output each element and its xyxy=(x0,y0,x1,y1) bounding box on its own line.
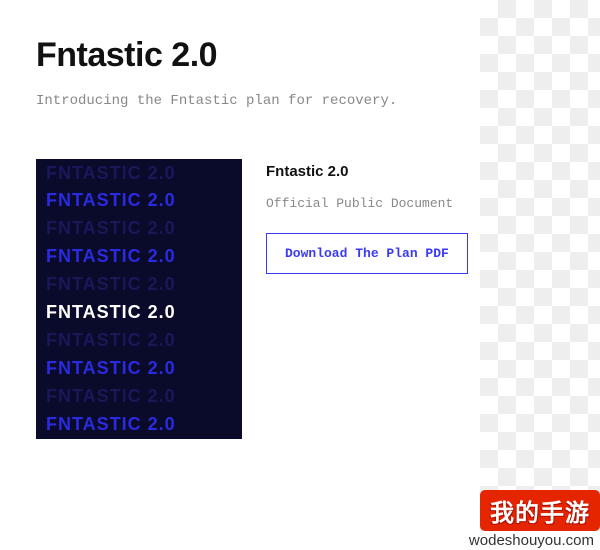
cover-line: FNTASTIC 2.0 xyxy=(46,215,242,243)
cover-line: FNTASTIC 2.0 xyxy=(46,243,242,271)
page-title: Fntastic 2.0 xyxy=(36,36,564,75)
cover-line: FNTASTIC 2.0 xyxy=(46,160,242,188)
document-info: Fntastic 2.0 Official Public Document Do… xyxy=(266,159,468,274)
watermark-url: wodeshouyou.com xyxy=(463,531,600,550)
cover-line: FNTASTIC 2.0 xyxy=(46,411,242,439)
download-button[interactable]: Download The Plan PDF xyxy=(266,233,468,274)
document-title: Fntastic 2.0 xyxy=(266,163,468,180)
cover-line: FNTASTIC 2.0 xyxy=(46,187,242,215)
cover-line: FNTASTIC 2.0 xyxy=(46,355,242,383)
content-area: Fntastic 2.0 Introducing the Fntastic pl… xyxy=(0,0,600,439)
document-row: FNTASTIC 2.0FNTASTIC 2.0FNTASTIC 2.0FNTA… xyxy=(36,159,564,439)
document-subtitle: Official Public Document xyxy=(266,196,468,211)
cover-line: FNTASTIC 2.0 xyxy=(46,383,242,411)
document-cover: FNTASTIC 2.0FNTASTIC 2.0FNTASTIC 2.0FNTA… xyxy=(36,159,242,439)
cover-line: FNTASTIC 2.0 xyxy=(46,271,242,299)
cover-line: FNTASTIC 2.0 xyxy=(46,327,242,355)
cover-line: FNTASTIC 2.0 xyxy=(46,299,242,327)
watermark-brand: 我的手游 xyxy=(480,490,600,531)
page-subtitle: Introducing the Fntastic plan for recove… xyxy=(36,93,564,109)
watermark: 我的手游 wodeshouyou.com xyxy=(463,490,600,550)
